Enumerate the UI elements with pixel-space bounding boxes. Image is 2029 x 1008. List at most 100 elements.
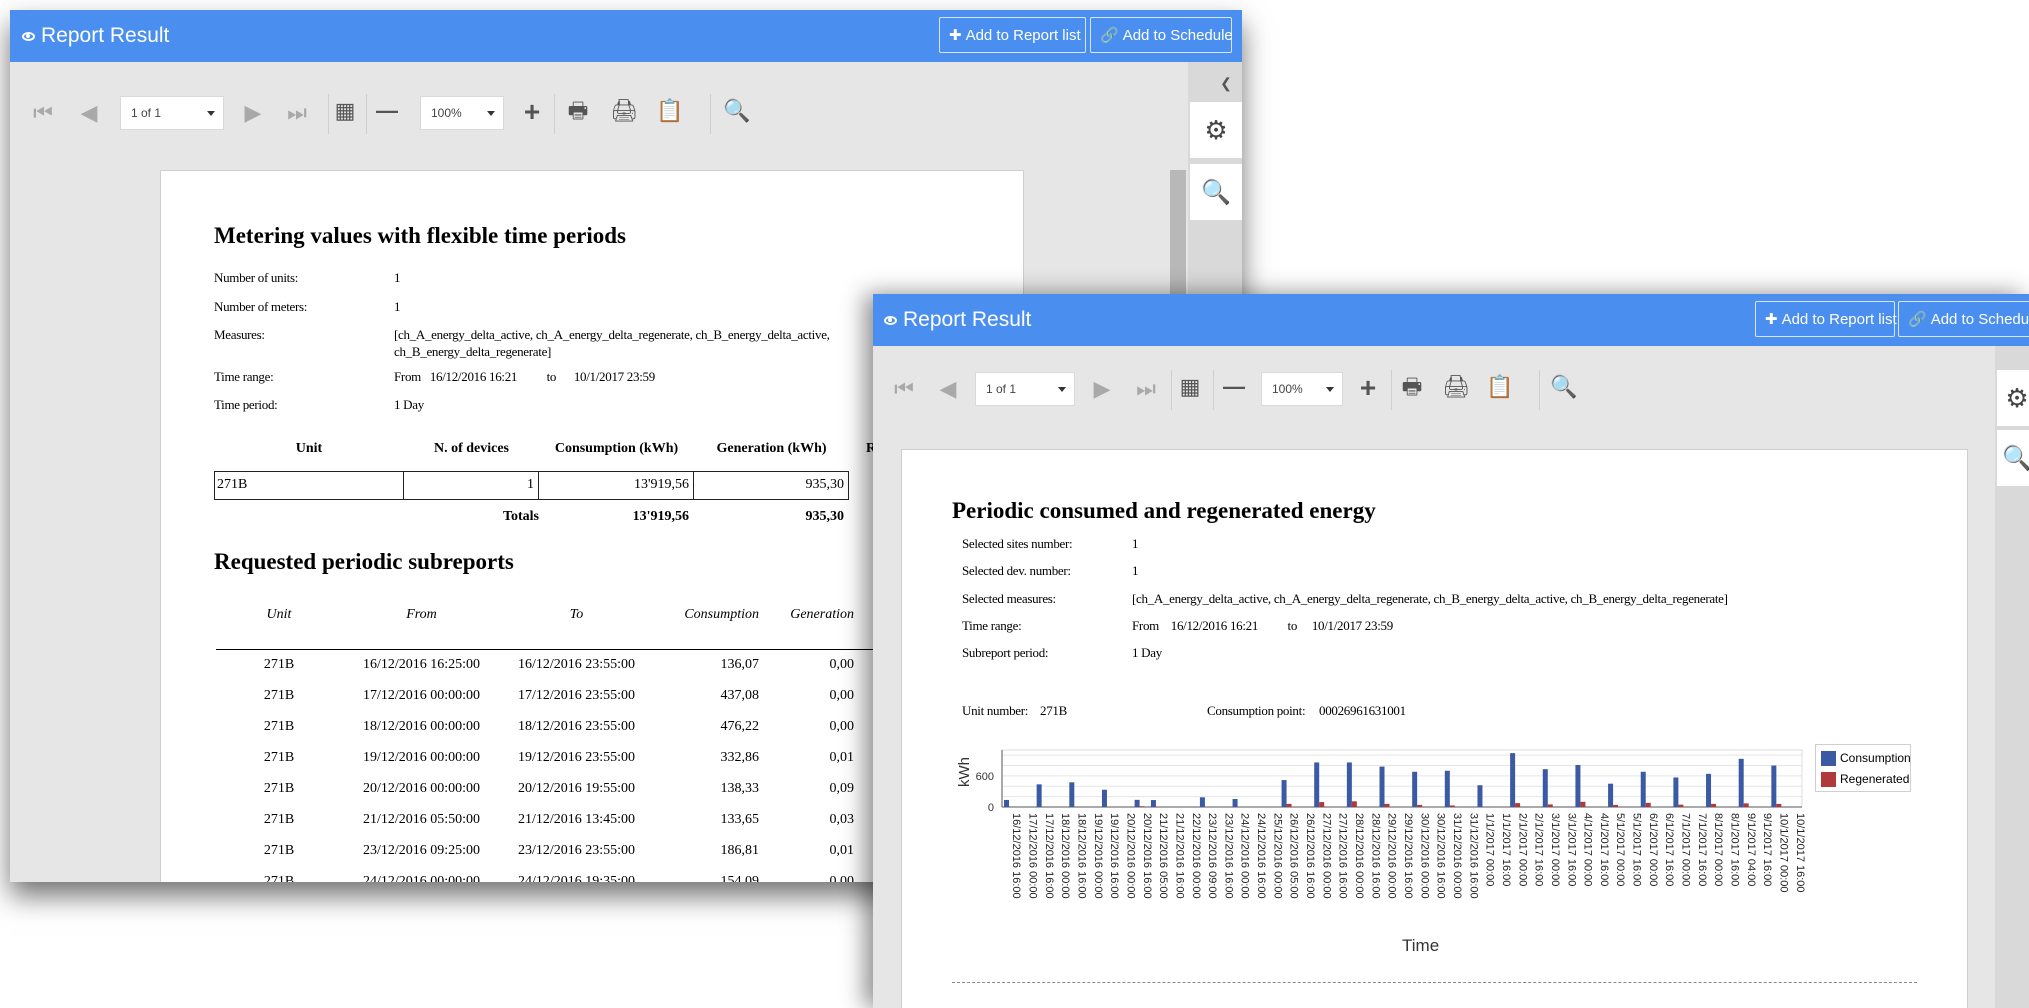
regenerated-bar	[1384, 803, 1390, 807]
x-tick-label: 8/1/2017 00:00	[1712, 813, 1724, 886]
gear-icon[interactable]: ⚙	[1997, 370, 2029, 426]
title-bar: Report Result ✚ Add to Report list 🔗 Add t…	[10, 10, 1242, 62]
print-page-icon[interactable]: 🖨	[1441, 376, 1471, 398]
plus-icon: ✚	[1765, 311, 1778, 328]
regenerated-bar	[1515, 803, 1521, 807]
gear-icon[interactable]: ⚙	[1190, 102, 1242, 158]
print-icon[interactable]: 🖶	[563, 100, 593, 122]
zoom-select[interactable]: 100%	[420, 96, 504, 130]
window-title: Report Result	[884, 308, 1031, 332]
subreports-title: Requested periodic subreports	[214, 549, 514, 574]
divider	[1213, 370, 1214, 410]
page-select[interactable]: 1 of 1	[120, 96, 224, 130]
regenerated-bar	[1139, 806, 1145, 807]
row-unit: 271B	[263, 688, 295, 703]
fit-page-icon[interactable]: ▦	[1175, 376, 1205, 398]
x-tick-label: 26/12/2016 16:00	[1304, 813, 1316, 899]
plot-area	[1001, 749, 1803, 808]
unit-number-label: Unit number:	[962, 703, 1029, 718]
search-icon[interactable]: 🔍	[1997, 430, 2029, 486]
add-to-schedule-button[interactable]: 🔗Add to Schedule	[1090, 17, 1233, 53]
info-value: [ch_A_energy_delta_active, ch_A_energy_d…	[1132, 591, 1728, 606]
last-page-icon[interactable]: ⏭	[1131, 378, 1161, 400]
info-value: 1	[394, 270, 401, 285]
summary-generation: 935,30	[805, 477, 845, 492]
window-title: Report Result	[22, 24, 169, 48]
first-page-icon[interactable]: ⏮	[28, 102, 58, 124]
consumption-bar	[1738, 758, 1744, 807]
search-icon[interactable]: 🔍	[1190, 164, 1242, 220]
info-value: 1 Day	[1132, 645, 1162, 660]
info-value: 1	[1132, 536, 1139, 551]
x-tick-label: 4/1/2017 16:00	[1598, 813, 1610, 886]
row-to: 23/12/2016 23:55:00	[517, 843, 636, 858]
export-icon[interactable]: 📋	[1485, 376, 1515, 398]
row-unit: 271B	[263, 719, 295, 734]
row-to: 17/12/2016 23:55:00	[517, 688, 636, 703]
report-window-front: Report Result ✚ Add to Report list 🔗 Add t…	[873, 294, 2029, 1008]
next-page-icon[interactable]: ▶	[238, 102, 268, 124]
x-tick-label: 27/12/2016 16:00	[1337, 813, 1349, 899]
x-tick-label: 6/1/2017 16:00	[1663, 813, 1675, 886]
search-icon[interactable]: 🔍	[1549, 376, 1579, 398]
row-generation: 0,00	[829, 657, 855, 672]
x-tick-label: 28/12/2016 16:00	[1369, 813, 1381, 899]
row-to: 21/12/2016 13:45:00	[517, 812, 636, 827]
previous-page-icon[interactable]: ◀	[74, 102, 104, 124]
regenerated-bar	[1319, 802, 1325, 807]
consumption-point-label: Consumption point:	[1207, 703, 1306, 718]
regenerated-bar	[1449, 805, 1455, 807]
zoom-in-icon[interactable]: +	[517, 98, 547, 126]
info-value: 1 Day	[394, 397, 424, 412]
search-icon[interactable]: 🔍	[722, 100, 752, 122]
summary-unit: 271B	[217, 477, 248, 492]
row-unit: 271B	[263, 781, 295, 796]
row-generation: 0,09	[829, 781, 855, 796]
print-icon[interactable]: 🖶	[1397, 376, 1427, 398]
last-page-icon[interactable]: ⏭	[282, 102, 312, 124]
report-page: Periodic consumed and regenerated energy…	[901, 449, 1968, 1008]
consumption-bar	[1640, 771, 1646, 807]
eye-icon	[884, 315, 897, 325]
add-to-report-list-button[interactable]: ✚ Add to Report list	[939, 17, 1086, 53]
regenerated-bar	[1711, 803, 1717, 807]
zoom-out-icon[interactable]: —	[1219, 376, 1249, 398]
x-tick-label: 1/1/2017 16:00	[1500, 813, 1512, 886]
row-consumption: 186,81	[720, 843, 760, 858]
regenerated-bar	[1286, 803, 1292, 807]
col-header: Consumption (kWh)	[554, 441, 679, 456]
totals-label: Totals	[502, 509, 539, 524]
print-page-icon[interactable]: 🖨	[609, 100, 639, 122]
x-tick-label: 16/12/2016 16:00	[1010, 813, 1022, 899]
zoom-out-icon[interactable]: —	[372, 100, 402, 122]
next-page-icon[interactable]: ▶	[1087, 378, 1117, 400]
divider	[554, 94, 555, 134]
info-value: [ch_A_energy_delta_active, ch_A_energy_d…	[394, 327, 830, 342]
page-select[interactable]: 1 of 1	[975, 372, 1075, 406]
info-label: Selected measures:	[962, 591, 1056, 606]
info-value-cont: ch_B_energy_delta_regenerate]	[394, 344, 552, 359]
collapse-icon[interactable]: ❮	[1216, 76, 1236, 90]
col-header: Consumption	[684, 607, 759, 622]
consumption-bar	[1150, 800, 1156, 807]
title-bar: Report Result ✚ Add to Report list 🔗 Add t…	[873, 294, 2029, 346]
x-tick-label: 20/12/2016 00:00	[1124, 813, 1136, 899]
link-icon: 🔗	[1908, 311, 1927, 328]
row-unit: 271B	[263, 812, 295, 827]
export-icon[interactable]: 📋	[655, 100, 685, 122]
first-page-icon[interactable]: ⏮	[889, 378, 919, 400]
info-label: Time period:	[214, 397, 278, 412]
regenerated-bar	[1417, 804, 1423, 807]
x-tick-label: 20/12/2016 16:00	[1141, 813, 1153, 899]
x-tick-label: 23/12/2016 09:00	[1206, 813, 1218, 899]
x-tick-label: 10/1/2017 16:00	[1794, 813, 1806, 893]
previous-page-icon[interactable]: ◀	[933, 378, 963, 400]
zoom-in-icon[interactable]: +	[1353, 374, 1383, 402]
add-to-report-list-button[interactable]: ✚ Add to Report list	[1755, 301, 1897, 337]
x-tick-label: 21/12/2016 16:00	[1173, 813, 1185, 899]
fit-page-icon[interactable]: ▦	[330, 100, 360, 122]
x-tick-label: 1/1/2017 00:00	[1484, 813, 1496, 886]
row-to: 19/12/2016 23:55:00	[517, 750, 636, 765]
zoom-select[interactable]: 100%	[1261, 372, 1343, 406]
add-to-schedule-button[interactable]: 🔗Add to Schedule	[1898, 301, 2029, 337]
